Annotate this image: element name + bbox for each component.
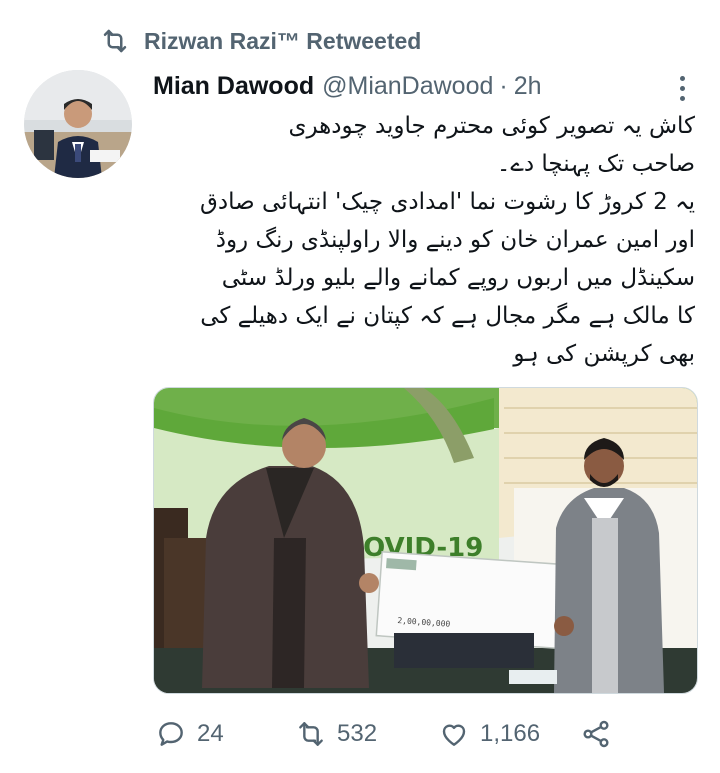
author-handle[interactable]: @MianDawood <box>322 72 493 101</box>
social-context[interactable]: Rizwan Razi™ Retweeted <box>100 26 421 56</box>
reply-button[interactable]: 24 <box>155 718 224 750</box>
retweet-button[interactable]: 532 <box>295 718 377 750</box>
tweet-line: سکینڈل میں اربوں روپے کمانے والے بلیو ور… <box>221 264 695 291</box>
tweet-photo[interactable]: COVID-19 2,00,00,000 <box>153 387 698 694</box>
like-count: 1,166 <box>480 720 541 747</box>
share-icon <box>583 720 609 748</box>
tweet-timestamp[interactable]: 2h <box>514 72 542 101</box>
retweeted-by-label[interactable]: Rizwan Razi™ Retweeted <box>144 28 421 55</box>
more-options-icon[interactable] <box>672 70 692 106</box>
share-button[interactable] <box>580 718 612 750</box>
reply-count: 24 <box>197 720 224 747</box>
tweet-line: کاش یہ تصویر کوئی محترم جاوید چودھری <box>288 113 695 139</box>
tweet-line: کا مالک ہے مگر مجال ہے کہ کپتان نے ایک د… <box>200 302 695 329</box>
cheque-presentation-photo: COVID-19 2,00,00,000 <box>154 388 697 693</box>
tweet-text: کاش یہ تصویر کوئی محترم جاوید چودھری صاح… <box>153 108 695 374</box>
author-avatar[interactable] <box>24 70 132 178</box>
tweet-line: بھی کرپشن کی ہو <box>513 340 695 367</box>
tweet-line: یہ 2 کروڑ کا رشوت نما 'امدادی چیک' انتہا… <box>200 188 695 215</box>
reply-icon <box>159 722 183 746</box>
like-button[interactable]: 1,166 <box>438 718 540 750</box>
avatar-image <box>24 70 132 178</box>
retweet-icon <box>299 722 323 746</box>
author-name[interactable]: Mian Dawood <box>153 72 314 101</box>
tweet-actions: 24 532 1,166 <box>155 714 625 754</box>
tweet-line: اور امین عمران خان کو دینے والا راولپنڈی… <box>215 226 695 253</box>
retweet-count: 532 <box>337 720 378 747</box>
separator-dot: · <box>499 71 508 100</box>
like-icon <box>442 724 466 746</box>
retweet-icon <box>103 29 127 53</box>
tweet-line: صاحب تک پہنچا دے۔ <box>496 150 695 177</box>
tweet-header: Mian Dawood @MianDawood · 2h <box>153 68 690 104</box>
